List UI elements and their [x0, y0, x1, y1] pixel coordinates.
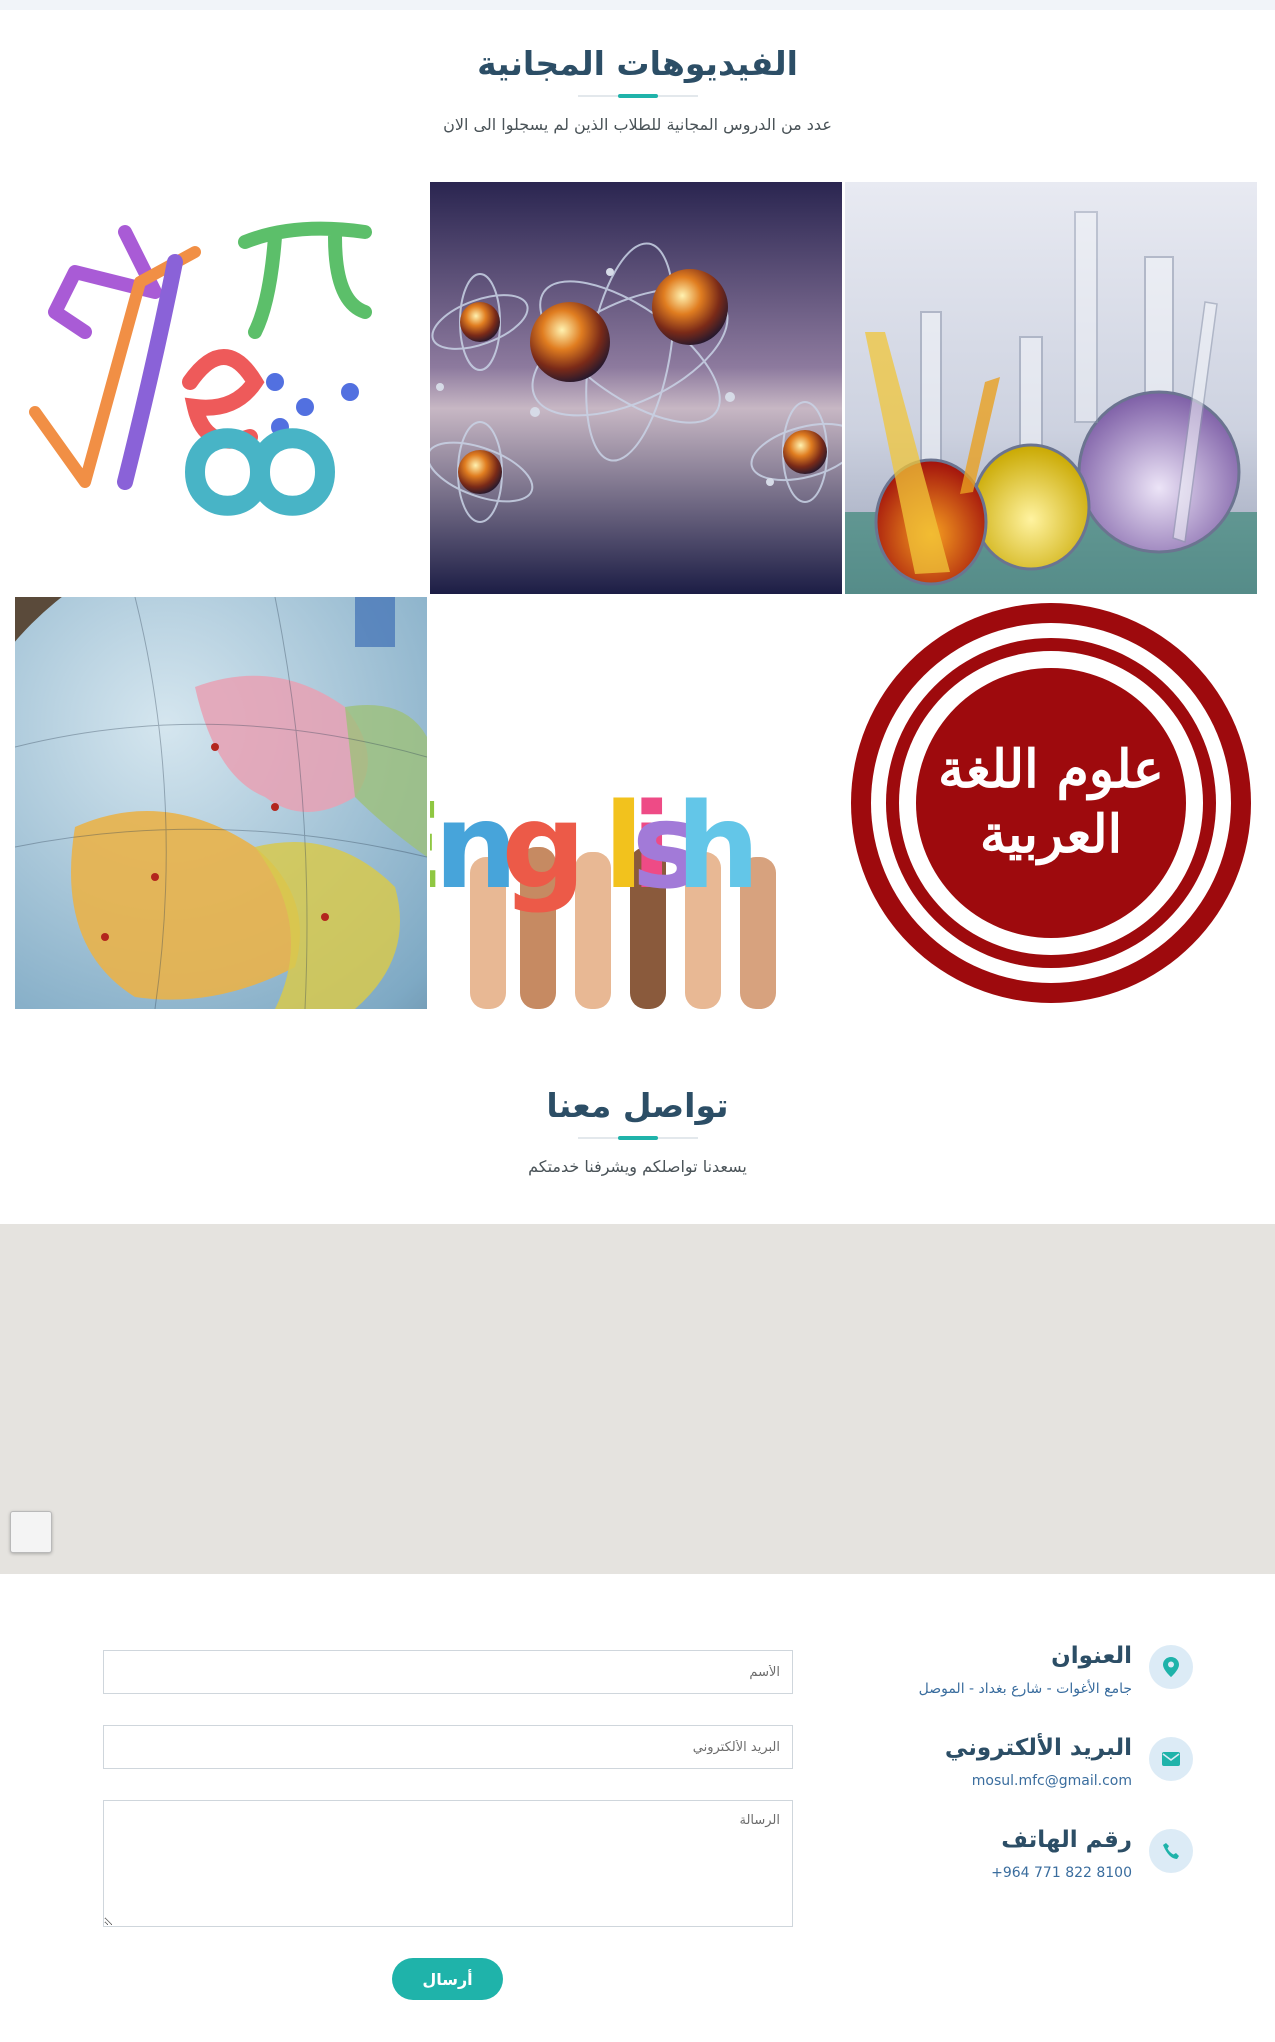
- title-divider: [577, 94, 698, 98]
- send-button[interactable]: أرسال: [392, 1958, 503, 2000]
- email-input[interactable]: [103, 1725, 793, 1769]
- email-value[interactable]: mosul.mfc@gmail.com: [972, 1773, 1132, 1789]
- email-title: البريد الألكتروني: [944, 1735, 1132, 1761]
- geography-tile[interactable]: [15, 597, 427, 1009]
- envelope-icon: [1149, 1737, 1193, 1781]
- svg-text:علوم اللغة: علوم اللغة: [938, 739, 1164, 801]
- atoms-image: [430, 182, 842, 594]
- free-videos-header: الفيديوهات المجانية عدد من الدروس المجان…: [0, 44, 1275, 134]
- phone-title: رقم الهاتف: [1001, 1827, 1132, 1853]
- location-pin-icon: [1149, 1645, 1193, 1689]
- title-divider: [577, 1136, 698, 1140]
- english-tile[interactable]: E n g l i s h: [430, 597, 842, 1009]
- phone-value[interactable]: +964 771 822 8100: [991, 1865, 1132, 1881]
- arabic-seal-image: علوم اللغة العربية: [845, 597, 1257, 1009]
- svg-text:h: h: [676, 777, 760, 915]
- address-title: العنوان: [1051, 1643, 1132, 1669]
- map-control-button[interactable]: [10, 1511, 52, 1553]
- message-textarea[interactable]: [103, 1800, 793, 1927]
- chemistry-tile[interactable]: [845, 182, 1257, 594]
- physics-tile[interactable]: [430, 182, 842, 594]
- contact-header: تواصل معنا يسعدنا تواصلكم ويشرفنا خدمتكم: [0, 1086, 1275, 1176]
- globe-image: [15, 597, 427, 1009]
- map-embed[interactable]: [0, 1224, 1275, 1574]
- name-input[interactable]: [103, 1650, 793, 1694]
- english-hands-image: E n g l i s h: [430, 597, 842, 1009]
- math-symbols-image: [15, 182, 427, 594]
- free-videos-title: الفيديوهات المجانية: [477, 44, 798, 83]
- address-value: جامع الأغوات - شارع بغداد - الموصل: [918, 1681, 1132, 1697]
- arabic-tile[interactable]: علوم اللغة العربية: [845, 597, 1257, 1009]
- lab-flasks-image: [845, 182, 1257, 594]
- phone-icon: [1149, 1829, 1193, 1873]
- mathematics-tile[interactable]: [15, 182, 427, 594]
- svg-text:g: g: [502, 777, 586, 915]
- svg-text:العربية: العربية: [980, 804, 1122, 866]
- contact-title: تواصل معنا: [546, 1086, 729, 1125]
- free-videos-subtitle: عدد من الدروس المجانية للطلاب الذين لم ي…: [443, 115, 832, 134]
- contact-subtitle: يسعدنا تواصلكم ويشرفنا خدمتكم: [528, 1157, 747, 1176]
- top-bar: [0, 0, 1275, 10]
